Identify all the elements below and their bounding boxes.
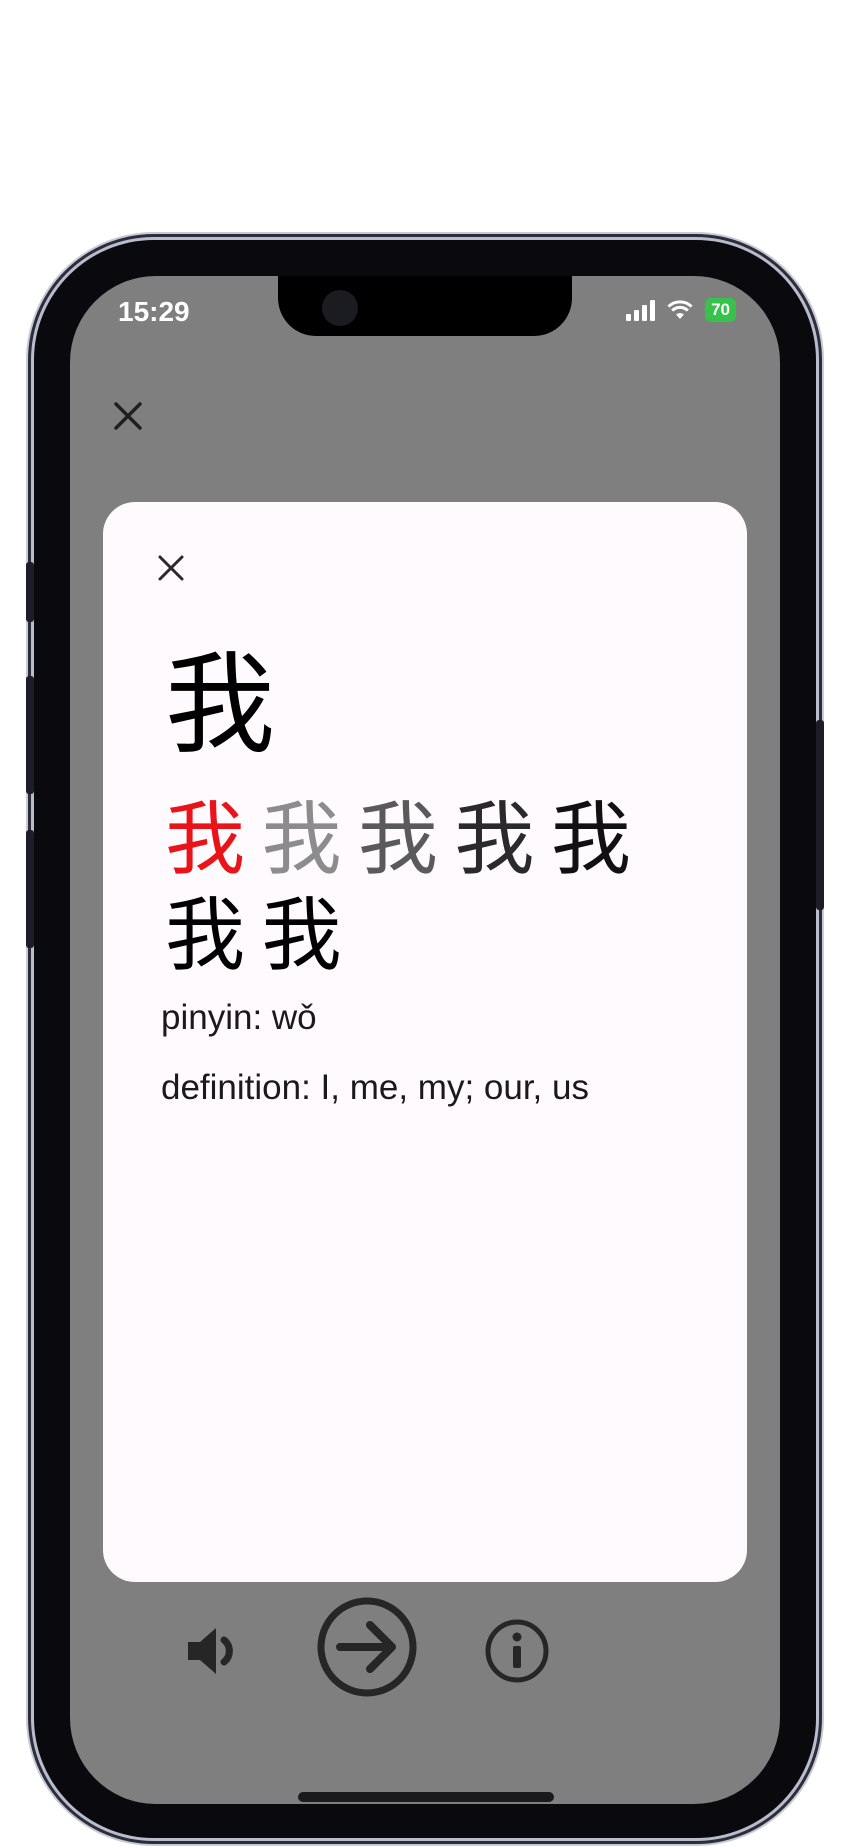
stroke-step-7: 我 xyxy=(261,889,342,982)
character-card: 我 我 我 我 我 我 我 我 pinyin: wǒ definition: I… xyxy=(103,502,747,1582)
stroke-step-6: 我 xyxy=(165,889,245,982)
home-indicator[interactable] xyxy=(298,1792,554,1802)
status-indicators: 70 xyxy=(626,298,736,322)
front-camera xyxy=(322,290,358,326)
status-time: 15:29 xyxy=(118,296,190,327)
stroke-step-4: 我 xyxy=(454,793,535,886)
stroke-order-sequence: 我 我 我 我 我 我 我 xyxy=(165,792,685,984)
close-icon[interactable] xyxy=(108,396,148,436)
speaker-icon[interactable] xyxy=(182,1618,248,1684)
power-button xyxy=(816,720,824,910)
mute-switch xyxy=(26,562,34,622)
phone-screen: 15:29 70 我 我 我 我 我 我 我 我 pinyin: wǒ defi… xyxy=(70,276,780,1804)
stroke-step-2: 我 xyxy=(261,793,342,886)
wifi-icon xyxy=(667,300,693,319)
stroke-step-3: 我 xyxy=(357,793,438,886)
card-close-icon[interactable] xyxy=(153,550,189,586)
definition-text: definition: I, me, my; our, us xyxy=(161,1068,589,1107)
character-display: 我 xyxy=(165,641,275,769)
notch xyxy=(278,276,572,336)
bottom-controls xyxy=(70,1596,780,1716)
battery-indicator: 70 xyxy=(705,298,736,322)
stroke-step-5: 我 xyxy=(550,793,631,886)
info-icon[interactable] xyxy=(482,1616,552,1686)
arrow-right-circle-icon[interactable] xyxy=(314,1594,420,1700)
volume-down-button xyxy=(26,830,34,948)
pinyin-text: pinyin: wǒ xyxy=(161,998,317,1037)
stroke-step-1: 我 xyxy=(165,793,245,886)
volume-up-button xyxy=(26,676,34,794)
cellular-signal-icon xyxy=(626,299,656,321)
